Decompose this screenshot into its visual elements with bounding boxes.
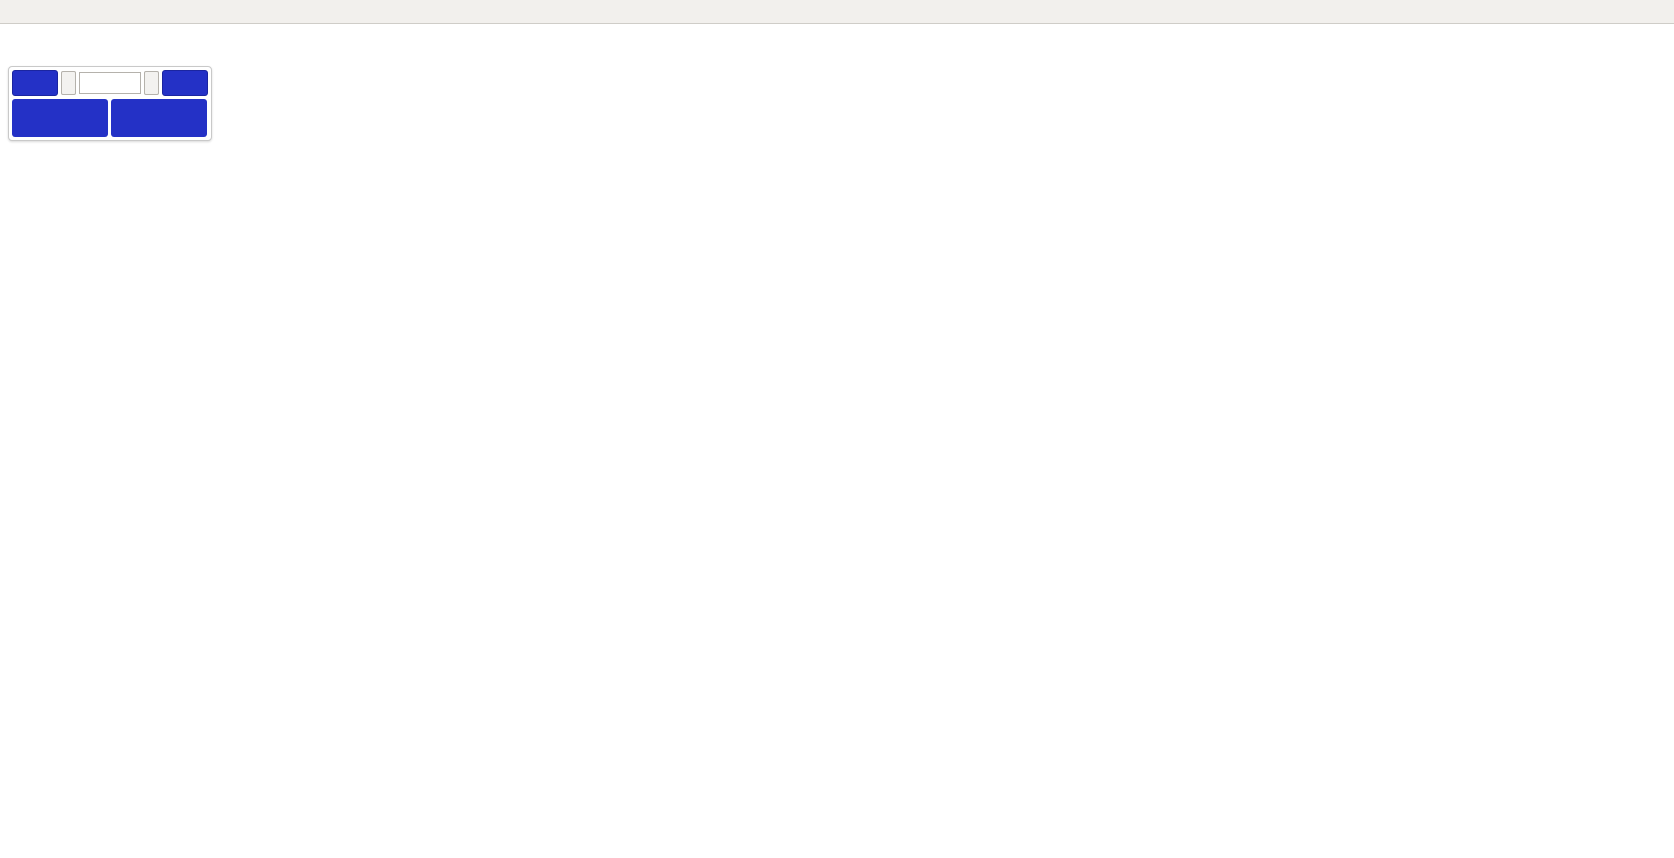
one-click-trade-panel <box>8 66 212 141</box>
sell-button[interactable] <box>12 70 59 96</box>
buy-button[interactable] <box>161 70 208 96</box>
main-toolbar <box>0 0 1674 24</box>
volume-down-button[interactable] <box>61 71 76 95</box>
volume-input[interactable] <box>79 72 141 94</box>
symbol-ohlc-line <box>12 27 44 63</box>
chart-window[interactable] <box>0 24 1674 858</box>
volume-up-button[interactable] <box>144 71 159 95</box>
sell-price-tile[interactable] <box>12 99 108 137</box>
buy-price-tile[interactable] <box>111 99 207 137</box>
chart-canvas[interactable] <box>0 24 1674 858</box>
